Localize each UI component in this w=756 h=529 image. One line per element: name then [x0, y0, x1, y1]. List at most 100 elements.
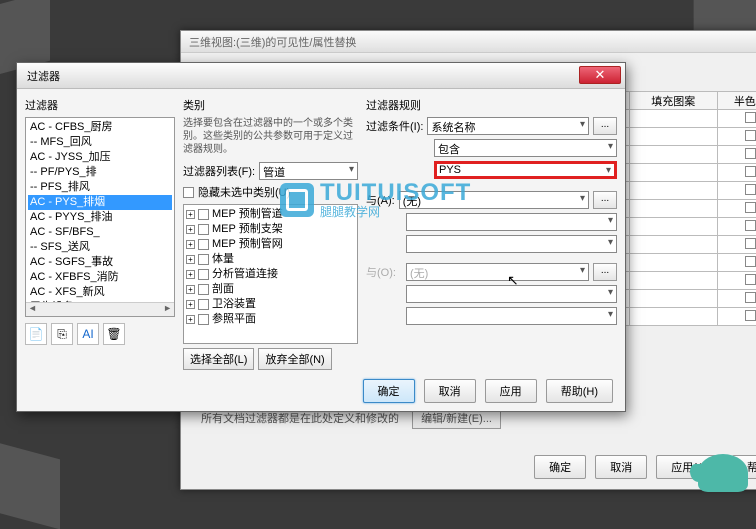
category-item[interactable]: + 参照平面 — [186, 312, 355, 327]
checkbox[interactable] — [198, 254, 209, 265]
category-item[interactable]: + MEP 预制支架 — [186, 222, 355, 237]
category-label: MEP 预制支架 — [212, 222, 283, 237]
checkbox[interactable] — [745, 184, 756, 195]
checkbox[interactable] — [745, 202, 756, 213]
and2-op-select[interactable] — [406, 285, 617, 303]
help-button[interactable]: 帮助(H) — [546, 379, 613, 403]
expand-icon[interactable]: + — [186, 210, 195, 219]
filter-item[interactable]: -- MFS_回风 — [28, 135, 172, 150]
checkbox[interactable] — [745, 310, 756, 321]
category-item[interactable]: + 体量 — [186, 252, 355, 267]
checkbox[interactable] — [198, 299, 209, 310]
checkbox[interactable] — [745, 274, 756, 285]
expand-icon[interactable]: + — [186, 240, 195, 249]
categories-column: 类别 选择要包含在过滤器中的一个或多个类别。这些类别的公共参数可用于定义过滤器规… — [183, 97, 358, 370]
checkbox[interactable] — [745, 292, 756, 303]
h-scrollbar[interactable] — [26, 302, 174, 316]
checkbox[interactable] — [198, 284, 209, 295]
checkbox[interactable] — [745, 148, 756, 159]
expand-icon[interactable]: + — [186, 255, 195, 264]
parent-titlebar[interactable]: 三维视图:(三维)的可见性/属性替换 ✕ — [181, 31, 756, 53]
expand-icon[interactable]: + — [186, 300, 195, 309]
filter-list-select[interactable]: 管道 — [259, 162, 358, 180]
rename-icon[interactable]: AI — [77, 323, 99, 345]
checkbox[interactable] — [198, 314, 209, 325]
close-icon[interactable]: ✕ — [579, 66, 621, 84]
rules-column: 过滤器规则 过滤条件(I): 系统名称 ... 包含 PYS 与(A): (无)… — [366, 97, 617, 370]
filter-item[interactable]: AC - SGFS_事故 — [28, 255, 172, 270]
filter-item[interactable]: AC - SF/BFS_ — [28, 225, 172, 240]
select-all-button[interactable]: 选择全部(L) — [183, 348, 254, 370]
dialog-button-row: 确定 取消 应用 帮助(H) — [357, 379, 613, 403]
filter-item[interactable]: -- PFS_排风 — [28, 180, 172, 195]
filter-item[interactable]: -- SFS_送风 — [28, 240, 172, 255]
category-item[interactable]: +MEP 预制管道 — [186, 207, 355, 222]
checkbox[interactable] — [745, 166, 756, 177]
note-text: 所有文档过滤器都是在此处定义和修改的 — [201, 413, 399, 425]
ok-button[interactable]: 确定 — [534, 455, 586, 479]
category-label: MEP 预制管网 — [212, 237, 283, 252]
expand-icon[interactable]: + — [186, 225, 195, 234]
category-label: 剖面 — [212, 282, 234, 297]
filter-item[interactable]: -- PF/PYS_排 — [28, 165, 172, 180]
filters-column: 过滤器 AC - CFBS_厨房 -- MFS_回风 AC - JYSS_加压 … — [25, 97, 175, 370]
more-button[interactable]: ... — [593, 263, 617, 281]
checkbox[interactable] — [745, 220, 756, 231]
checkbox[interactable] — [745, 238, 756, 249]
filter-titlebar[interactable]: 过滤器 ✕ — [17, 63, 625, 89]
col-header: 半色调 — [717, 92, 756, 110]
category-label: 体量 — [212, 252, 234, 267]
filters-listbox[interactable]: AC - CFBS_厨房 -- MFS_回风 AC - JYSS_加压 -- P… — [25, 117, 175, 317]
and-value-select[interactable] — [406, 235, 617, 253]
more-button[interactable]: ... — [593, 191, 617, 209]
deselect-all-button[interactable]: 放弃全部(N) — [258, 348, 331, 370]
cancel-button[interactable]: 取消 — [595, 455, 647, 479]
filters-toolbar: 📄 ⎘ AI 🗑 — [25, 323, 175, 345]
category-label: 参照平面 — [212, 312, 256, 327]
filters-label: 过滤器 — [25, 97, 175, 113]
checkbox[interactable] — [198, 239, 209, 250]
cancel-button[interactable]: 取消 — [424, 379, 476, 403]
filter-item[interactable]: AC - PYS_排烟 — [28, 195, 172, 210]
checkbox[interactable] — [198, 224, 209, 235]
and-op-select[interactable] — [406, 213, 617, 231]
checkbox[interactable] — [198, 209, 209, 220]
category-item[interactable]: + 分析管道连接 — [186, 267, 355, 282]
filter-item[interactable]: AC - XFS_新风 — [28, 285, 172, 300]
expand-icon[interactable]: + — [186, 315, 195, 324]
and2-value-select[interactable] — [406, 307, 617, 325]
category-label: 分析管道连接 — [212, 267, 278, 282]
checkbox[interactable] — [745, 112, 756, 123]
rules-label: 过滤器规则 — [366, 97, 617, 113]
checkbox[interactable] — [198, 269, 209, 280]
filter-item[interactable]: AC - CFBS_厨房 — [28, 120, 172, 135]
rule-value-input[interactable]: PYS — [434, 161, 617, 179]
parent-title-text: 三维视图:(三维)的可见性/属性替换 — [189, 37, 356, 49]
category-item[interactable]: + MEP 预制管网 — [186, 237, 355, 252]
checkbox[interactable] — [745, 130, 756, 141]
and2-param-select[interactable]: (无) — [406, 263, 589, 281]
new-icon[interactable]: 📄 — [25, 323, 47, 345]
more-button[interactable]: ... — [593, 117, 617, 135]
rule-param-label: 过滤条件(I): — [366, 118, 423, 134]
filter-item[interactable]: AC - XFBFS_消防 — [28, 270, 172, 285]
category-item[interactable]: +卫浴装置 — [186, 297, 355, 312]
category-listbox[interactable]: +MEP 预制管道+MEP 预制支架+MEP 预制管网+体量+分析管道连接+剖面… — [183, 204, 358, 344]
apply-button[interactable]: 应用 — [485, 379, 537, 403]
category-item[interactable]: + 剖面 — [186, 282, 355, 297]
and-param-select[interactable]: (无) — [399, 191, 589, 209]
ok-button[interactable]: 确定 — [363, 379, 415, 403]
checkbox[interactable] — [745, 256, 756, 267]
filter-item[interactable]: AC - JYSS_加压 — [28, 150, 172, 165]
rule-param-select[interactable]: 系统名称 — [427, 117, 589, 135]
copy-icon[interactable]: ⎘ — [51, 323, 73, 345]
hide-unchecked-checkbox[interactable] — [183, 187, 194, 198]
expand-icon[interactable]: + — [186, 285, 195, 294]
delete-icon[interactable]: 🗑 — [103, 323, 125, 345]
and-label: 与(A): — [366, 192, 395, 208]
hide-unchecked-label: 隐藏未选中类别(U) — [198, 184, 290, 200]
filter-item[interactable]: AC - PYYS_排油 — [28, 210, 172, 225]
rule-op-select[interactable]: 包含 — [434, 139, 617, 157]
expand-icon[interactable]: + — [186, 270, 195, 279]
categories-label: 类别 — [183, 97, 358, 113]
